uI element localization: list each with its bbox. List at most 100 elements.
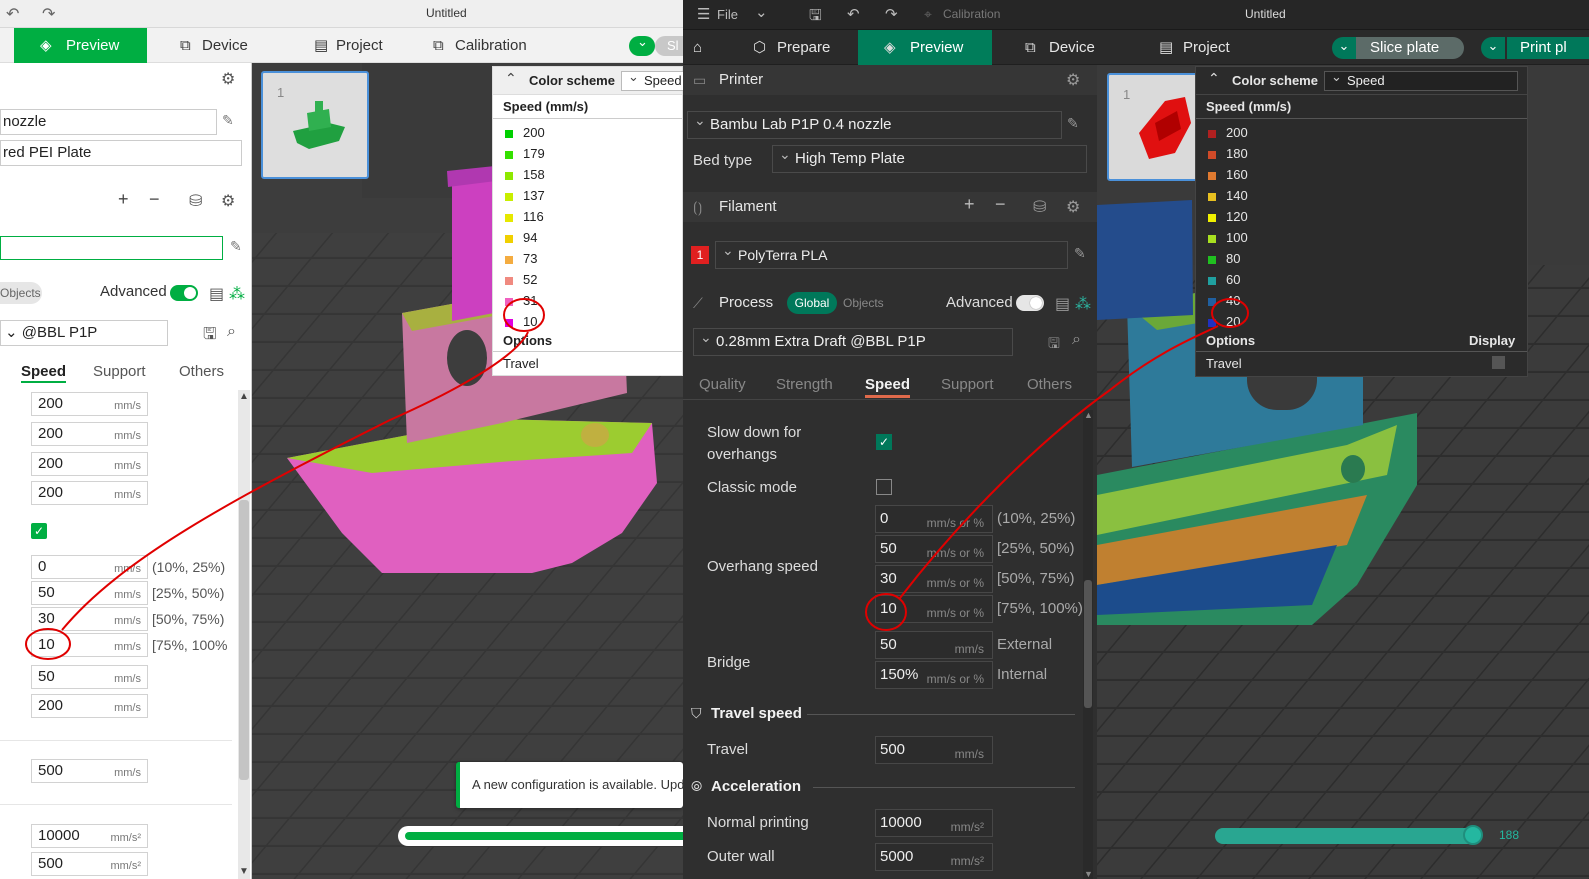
- scroll-thumb[interactable]: [1084, 580, 1092, 708]
- layer-slider[interactable]: [1215, 825, 1483, 845]
- bridge-field[interactable]: 50 mm/s: [31, 665, 148, 689]
- color-scheme-select[interactable]: Speed: [621, 68, 683, 91]
- scroll-up-icon[interactable]: ▲: [1084, 410, 1093, 420]
- objects-tab[interactable]: Objects: [0, 282, 42, 304]
- color-scheme-select[interactable]: Speed: [1324, 68, 1518, 91]
- wizard-icon[interactable]: ⁂: [229, 284, 245, 304]
- plate-thumbnail[interactable]: 1: [261, 71, 369, 179]
- collapse-icon[interactable]: ⌃: [1208, 70, 1220, 87]
- travel-field[interactable]: 500 mm/s: [875, 736, 993, 764]
- tab-device[interactable]: ⧉ Device: [176, 28, 248, 63]
- wizard-icon[interactable]: ⁂: [1075, 294, 1091, 314]
- travel-display-checkbox[interactable]: [1492, 356, 1505, 369]
- process-select[interactable]: ⌄ @BBL P1P: [0, 320, 168, 346]
- scrollbar[interactable]: ▲ ▼: [1083, 410, 1093, 879]
- overhang-speed-field[interactable]: 0 mm/s: [31, 555, 148, 579]
- subtab-quality[interactable]: Quality: [699, 376, 746, 393]
- search-icon[interactable]: ⌕: [227, 323, 236, 341]
- speed-field[interactable]: 200 mm/s: [31, 422, 148, 446]
- print-plate-button[interactable]: Print pl: [1507, 37, 1589, 59]
- subtab-speed[interactable]: Speed: [21, 363, 67, 383]
- travel-field[interactable]: 500 mm/s: [31, 759, 148, 783]
- 3d-viewport[interactable]: 1 ⌃ Color scheme Speed Speed (mm/s) 200 1…: [1097, 65, 1589, 879]
- scroll-down-icon[interactable]: ▼: [1084, 869, 1093, 879]
- subtab-support[interactable]: Support: [941, 376, 994, 393]
- bridge-field[interactable]: 150% mm/s or %: [875, 661, 993, 689]
- bridge-field[interactable]: 200 mm/s: [31, 694, 148, 718]
- filament-select[interactable]: [0, 236, 223, 260]
- acceleration-field[interactable]: 10000 mm/s²: [31, 824, 148, 848]
- subtab-others[interactable]: Others: [179, 363, 224, 380]
- file-menu[interactable]: File: [717, 7, 738, 22]
- gear-icon[interactable]: ⚙: [1066, 70, 1080, 90]
- overhang-speed-field[interactable]: 10 mm/s: [31, 633, 148, 657]
- overhang-speed-field[interactable]: 30 mm/s: [31, 607, 148, 631]
- subtab-strength[interactable]: Strength: [776, 376, 833, 393]
- bed-type-select[interactable]: red PEI Plate: [0, 140, 242, 166]
- home-icon[interactable]: ⌂: [693, 30, 702, 65]
- filament-select[interactable]: PolyTerra PLA: [715, 241, 1068, 269]
- hamburger-icon[interactable]: ☰: [697, 5, 710, 23]
- redo-icon[interactable]: ↷: [885, 5, 898, 23]
- slow-down-checkbox[interactable]: ✓: [876, 434, 892, 450]
- remove-icon[interactable]: −: [995, 194, 1006, 215]
- slice-dropdown-button[interactable]: [629, 34, 655, 56]
- scroll-thumb[interactable]: [239, 500, 249, 780]
- tab-prepare[interactable]: ⬡ Prepare: [749, 30, 830, 65]
- acceleration-field[interactable]: 500 mm/s²: [31, 852, 148, 876]
- compare-icon[interactable]: ▤: [1055, 294, 1070, 314]
- speed-field[interactable]: 200 mm/s: [31, 452, 148, 476]
- normal-printing-field[interactable]: 10000 mm/s²: [875, 809, 993, 837]
- redo-icon[interactable]: ↷: [42, 4, 55, 24]
- save-icon[interactable]: 🖫: [1048, 333, 1060, 357]
- chevron-down-icon[interactable]: ⌄: [755, 3, 768, 21]
- tab-project[interactable]: ▤ Project: [1155, 30, 1230, 65]
- tab-project[interactable]: ▤ Project: [310, 28, 383, 63]
- bridge-field[interactable]: 50 mm/s: [875, 631, 993, 659]
- advanced-toggle[interactable]: [170, 285, 198, 301]
- scroll-down-icon[interactable]: ▼: [239, 866, 249, 877]
- edit-icon[interactable]: ✎: [230, 238, 242, 255]
- edit-icon[interactable]: ✎: [1074, 245, 1086, 262]
- tab-device[interactable]: ⧉ Device: [1021, 30, 1095, 65]
- collapse-icon[interactable]: ⌃: [505, 70, 517, 87]
- process-select[interactable]: 0.28mm Extra Draft @BBL P1P: [693, 328, 1013, 356]
- add-icon[interactable]: +: [964, 194, 975, 215]
- filament-sync-icon[interactable]: ⛁: [1033, 197, 1046, 217]
- printer-select[interactable]: Bambu Lab P1P 0.4 nozzle: [687, 111, 1062, 139]
- slice-button[interactable]: Sl: [655, 36, 683, 56]
- layer-slider[interactable]: [398, 826, 683, 846]
- gear-icon[interactable]: ⚙: [221, 69, 235, 89]
- speed-field[interactable]: 200 mm/s: [31, 392, 148, 416]
- overhang-speed-field[interactable]: 30 mm/s or %: [875, 565, 993, 593]
- add-icon[interactable]: +: [118, 189, 129, 210]
- compare-icon[interactable]: ▤: [209, 284, 224, 304]
- remove-icon[interactable]: −: [149, 189, 160, 210]
- overhang-speed-field[interactable]: 50 mm/s or %: [875, 535, 993, 563]
- slow-down-checkbox[interactable]: ✓: [31, 523, 47, 539]
- slider-knob[interactable]: [1463, 825, 1483, 845]
- 3d-viewport[interactable]: 1 ⌃ Color scheme Speed Speed (mm/s) 200 1…: [252, 63, 683, 879]
- speed-field[interactable]: 200 mm/s: [31, 481, 148, 505]
- global-tab[interactable]: Global: [787, 292, 837, 314]
- tab-preview[interactable]: ◈ Preview: [858, 30, 992, 65]
- filament-sync-icon[interactable]: ⛁: [189, 191, 202, 211]
- tab-calibration[interactable]: ⧉ Calibration: [429, 28, 527, 63]
- undo-icon[interactable]: ↶: [6, 4, 19, 24]
- bed-type-select[interactable]: High Temp Plate: [772, 145, 1087, 173]
- edit-icon[interactable]: ✎: [222, 112, 234, 129]
- overhang-speed-field[interactable]: 10 mm/s or %: [875, 595, 993, 623]
- gear-icon[interactable]: ⚙: [221, 191, 235, 211]
- printer-select[interactable]: nozzle: [0, 109, 217, 135]
- subtab-support[interactable]: Support: [93, 363, 146, 380]
- undo-icon[interactable]: ↶: [847, 5, 860, 23]
- slice-dropdown-button[interactable]: ⌄: [1332, 37, 1356, 59]
- subtab-speed[interactable]: Speed: [865, 376, 911, 398]
- subtab-others[interactable]: Others: [1027, 376, 1072, 393]
- save-icon[interactable]: 🖫: [203, 323, 217, 350]
- tab-preview[interactable]: ◈ Preview: [14, 28, 147, 63]
- outer-wall-field[interactable]: 5000 mm/s²: [875, 843, 993, 871]
- search-icon[interactable]: ⌕: [1072, 331, 1081, 349]
- advanced-toggle[interactable]: [1016, 295, 1044, 311]
- print-dropdown-button[interactable]: ⌄: [1481, 37, 1505, 59]
